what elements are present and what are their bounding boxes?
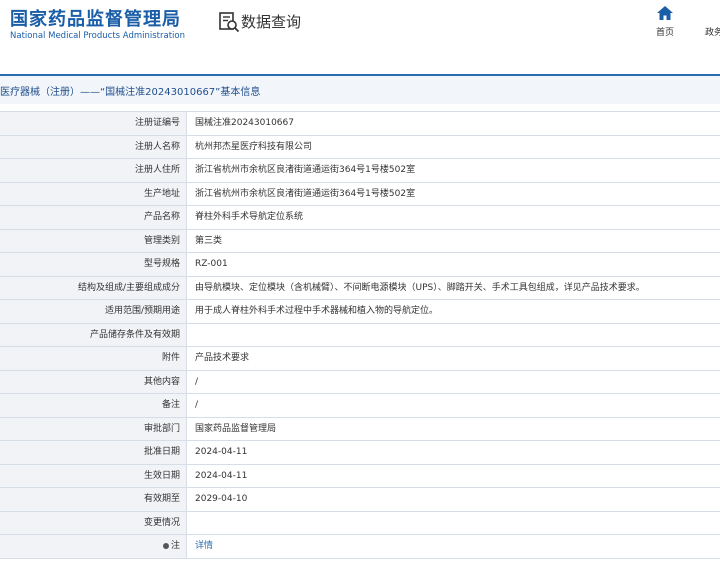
field-label: 注册人住所 <box>0 159 187 182</box>
table-row: 管理类别 第三类 <box>0 229 720 253</box>
field-value: / <box>195 376 199 387</box>
page-title-bar: 医疗器械（注册）——“国械注准20243010667”基本信息 <box>0 74 720 104</box>
field-value: 杭州邦杰星医疗科技有限公司 <box>195 141 313 152</box>
field-value: 产品技术要求 <box>195 353 250 363</box>
field-value <box>187 324 720 347</box>
info-table: 注册证编号 国械注准20243010667 注册人名称 杭州邦杰星医疗科技有限公司 注册… <box>0 111 720 559</box>
note-label-cell: 注 <box>0 535 187 558</box>
field-label: 批准日期 <box>0 441 187 464</box>
field-label: 审批部门 <box>0 417 187 440</box>
table-row: 型号规格 RZ-001 <box>0 253 720 277</box>
table-row: 变更情况 <box>0 511 720 535</box>
field-label: 管理类别 <box>0 229 187 252</box>
nav-home-label: 首页 <box>655 28 674 38</box>
note-value-cell: 详情 <box>187 535 720 558</box>
table-row: 生产地址 浙江省杭州市余杭区良渚街道通运街364号1号楼502室 <box>0 182 720 206</box>
field-label: 生效日期 <box>0 464 187 487</box>
field-value: 2024-04-11 <box>195 447 248 457</box>
field-value <box>187 512 720 535</box>
field-label: 备注 <box>0 394 187 417</box>
field-value: 脊柱外科手术导航定位系统 <box>195 212 304 222</box>
field-value: 国械注准20243010667 <box>195 118 294 128</box>
field-label: 附件 <box>0 347 187 370</box>
lightbulb-icon <box>162 542 169 549</box>
field-label: 型号规格 <box>0 253 187 276</box>
table-row: 注册人住所 浙江省杭州市余杭区良渚街道通运街364号1号楼502室 <box>0 159 720 183</box>
table-row: 结构及组成/主要组成成分 由导航模块、定位模块（含机械臂）、不间断电源模块（UPS… <box>0 276 720 300</box>
data-query-label: 数据查询 <box>241 13 302 31</box>
note-label: 注 <box>170 541 180 551</box>
field-label: 生产地址 <box>0 182 187 205</box>
field-label: 其他内容 <box>0 370 187 393</box>
field-label: 适用范围/预期用途 <box>0 300 187 323</box>
table-row: 产品名称 脊柱外科手术导航定位系统 <box>0 206 720 230</box>
field-value: 2029-04-10 <box>195 494 248 504</box>
home-icon <box>657 6 673 20</box>
nav-home[interactable]: 首页 <box>648 6 682 38</box>
table-row: 有效期至 2029-04-10 <box>0 488 720 512</box>
details-link[interactable]: 详情 <box>195 541 213 551</box>
field-label: 结构及组成/主要组成成分 <box>0 276 187 299</box>
table-row: 其他内容 / <box>0 370 720 394</box>
data-query-icon <box>219 12 240 33</box>
field-label: 变更情况 <box>0 511 187 534</box>
table-row: 产品储存条件及有效期 <box>0 323 720 347</box>
table-row: 生效日期 2024-04-11 <box>0 464 720 488</box>
field-value: 国家药品监督管理局 <box>195 423 277 434</box>
note-row: 注 详情 <box>0 535 720 559</box>
field-value: / <box>195 400 199 410</box>
table-row: 备注 / <box>0 394 720 418</box>
field-label: 有效期至 <box>0 488 187 511</box>
table-row: 批准日期 2024-04-11 <box>0 441 720 465</box>
field-label: 注册人名称 <box>0 135 187 158</box>
table-row: 审批部门 国家药品监督管理局 <box>0 417 720 441</box>
page-title: 医疗器械（注册）——“国械注准20243010667”基本信息 <box>0 87 261 98</box>
site-header: 国家药品监督管理局 National Medical Products Admi… <box>0 0 720 62</box>
field-value: 浙江省杭州市余杭区良渚街道通运街364号1号楼502室 <box>195 188 416 199</box>
table-row: 适用范围/预期用途 用于成人脊柱外科手术过程中手术器械和植入物的导航定位。 <box>0 300 720 324</box>
table-row: 注册证编号 国械注准20243010667 <box>0 112 720 136</box>
table-row: 附件 产品技术要求 <box>0 347 720 371</box>
field-value: 浙江省杭州市余杭区良渚街道通运街364号1号楼502室 <box>195 165 416 175</box>
field-value: 2024-04-11 <box>195 470 248 481</box>
site-logo-title[interactable]: 国家药品监督管理局 <box>10 5 181 31</box>
nav-gov[interactable]: 政务 <box>705 25 720 38</box>
site-logo-subtitle: National Medical Products Administration <box>10 31 185 41</box>
table-row: 注册人名称 杭州邦杰星医疗科技有限公司 <box>0 135 720 159</box>
field-value: RZ-001 <box>195 259 228 269</box>
field-value: 用于成人脊柱外科手术过程中手术器械和植入物的导航定位。 <box>195 306 439 316</box>
field-label: 注册证编号 <box>0 112 187 135</box>
field-value: 由导航模块、定位模块（含机械臂）、不间断电源模块（UPS）、脚踏开关、手术工具包… <box>195 282 645 293</box>
field-label: 产品储存条件及有效期 <box>0 323 187 346</box>
field-label: 产品名称 <box>0 206 187 229</box>
field-value: 第三类 <box>195 235 223 246</box>
